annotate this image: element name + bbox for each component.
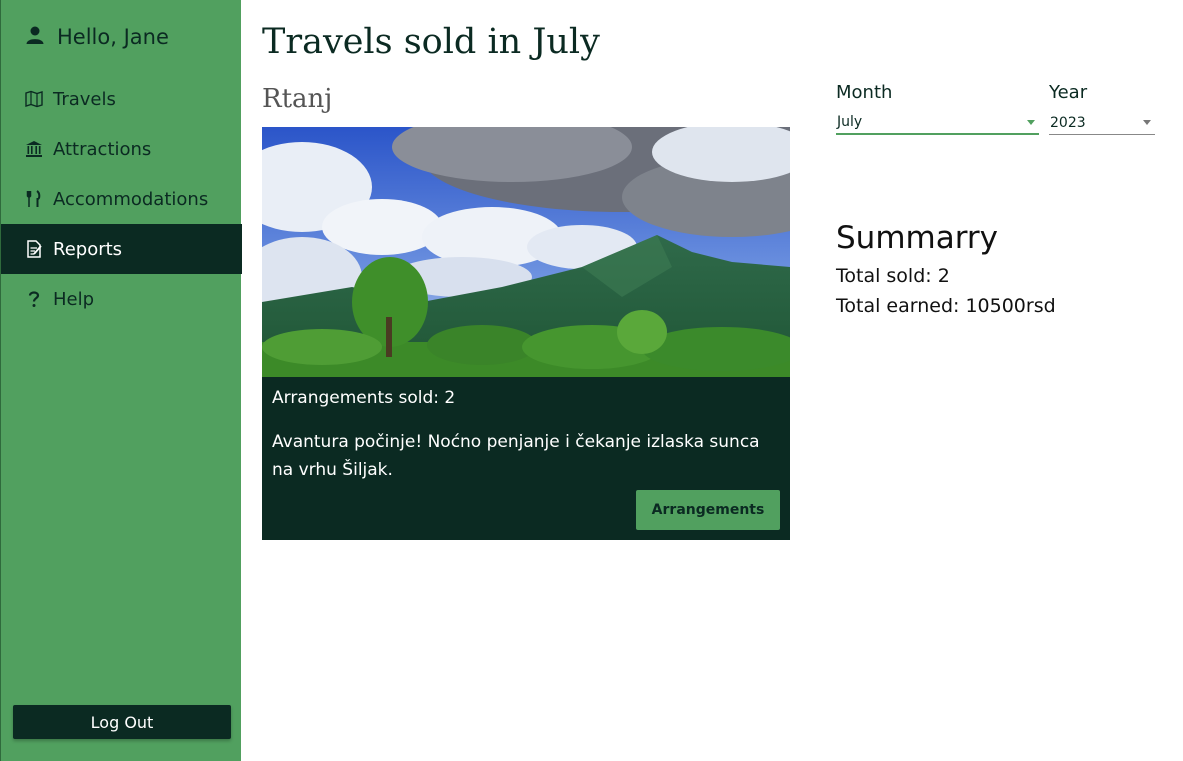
- travel-card-image: [262, 127, 790, 377]
- total-sold: Total sold: 2: [836, 265, 950, 287]
- sidebar-item-travels[interactable]: Travels: [1, 74, 242, 124]
- sidebar-item-label: Reports: [53, 238, 123, 260]
- greeting-text: Hello, Jane: [57, 25, 169, 49]
- month-select-value: July: [837, 114, 863, 130]
- sidebar-item-label: Help: [53, 288, 95, 310]
- sidebar-item-label: Attractions: [53, 138, 152, 160]
- total-earned: Total earned: 10500rsd: [836, 295, 1056, 317]
- report-icon: [25, 240, 43, 258]
- sidebar-item-reports[interactable]: Reports: [1, 224, 242, 274]
- chevron-down-icon: [1027, 120, 1035, 125]
- year-select-value: 2023: [1050, 114, 1086, 131]
- sidebar-item-attractions[interactable]: Attractions: [1, 124, 242, 174]
- travel-card-title: Rtanj: [262, 84, 333, 114]
- page-title: Travels sold in July: [262, 22, 600, 62]
- arrangements-button[interactable]: Arrangements: [636, 490, 780, 530]
- summary-title: Summarry: [836, 220, 999, 256]
- travel-card: Arrangements sold: 2 Avantura počinje! N…: [262, 127, 790, 540]
- sidebar: Hello, Jane Travels Attractions Accommod…: [0, 0, 242, 761]
- user-greeting: Hello, Jane: [25, 22, 169, 52]
- arrangements-sold: Arrangements sold: 2: [272, 388, 456, 408]
- chevron-down-icon: [1143, 120, 1151, 125]
- logout-button[interactable]: Log Out: [13, 705, 231, 739]
- year-label: Year: [1049, 82, 1088, 103]
- month-label: Month: [836, 82, 893, 103]
- sidebar-item-label: Accommodations: [53, 188, 209, 210]
- utensils-icon: [25, 190, 43, 208]
- year-select[interactable]: 2023: [1049, 111, 1155, 135]
- sidebar-item-accommodations[interactable]: Accommodations: [1, 174, 242, 224]
- question-icon: [25, 290, 43, 308]
- map-icon: [25, 90, 43, 108]
- month-select[interactable]: July: [836, 111, 1039, 135]
- landmark-icon: [25, 140, 43, 158]
- sidebar-nav: Travels Attractions Accommodations Repor…: [1, 74, 242, 324]
- user-icon: [25, 25, 45, 50]
- travel-description: Avantura počinje! Noćno penjanje i čekan…: [272, 432, 760, 480]
- sidebar-item-help[interactable]: Help: [1, 274, 242, 324]
- sidebar-item-label: Travels: [53, 88, 116, 110]
